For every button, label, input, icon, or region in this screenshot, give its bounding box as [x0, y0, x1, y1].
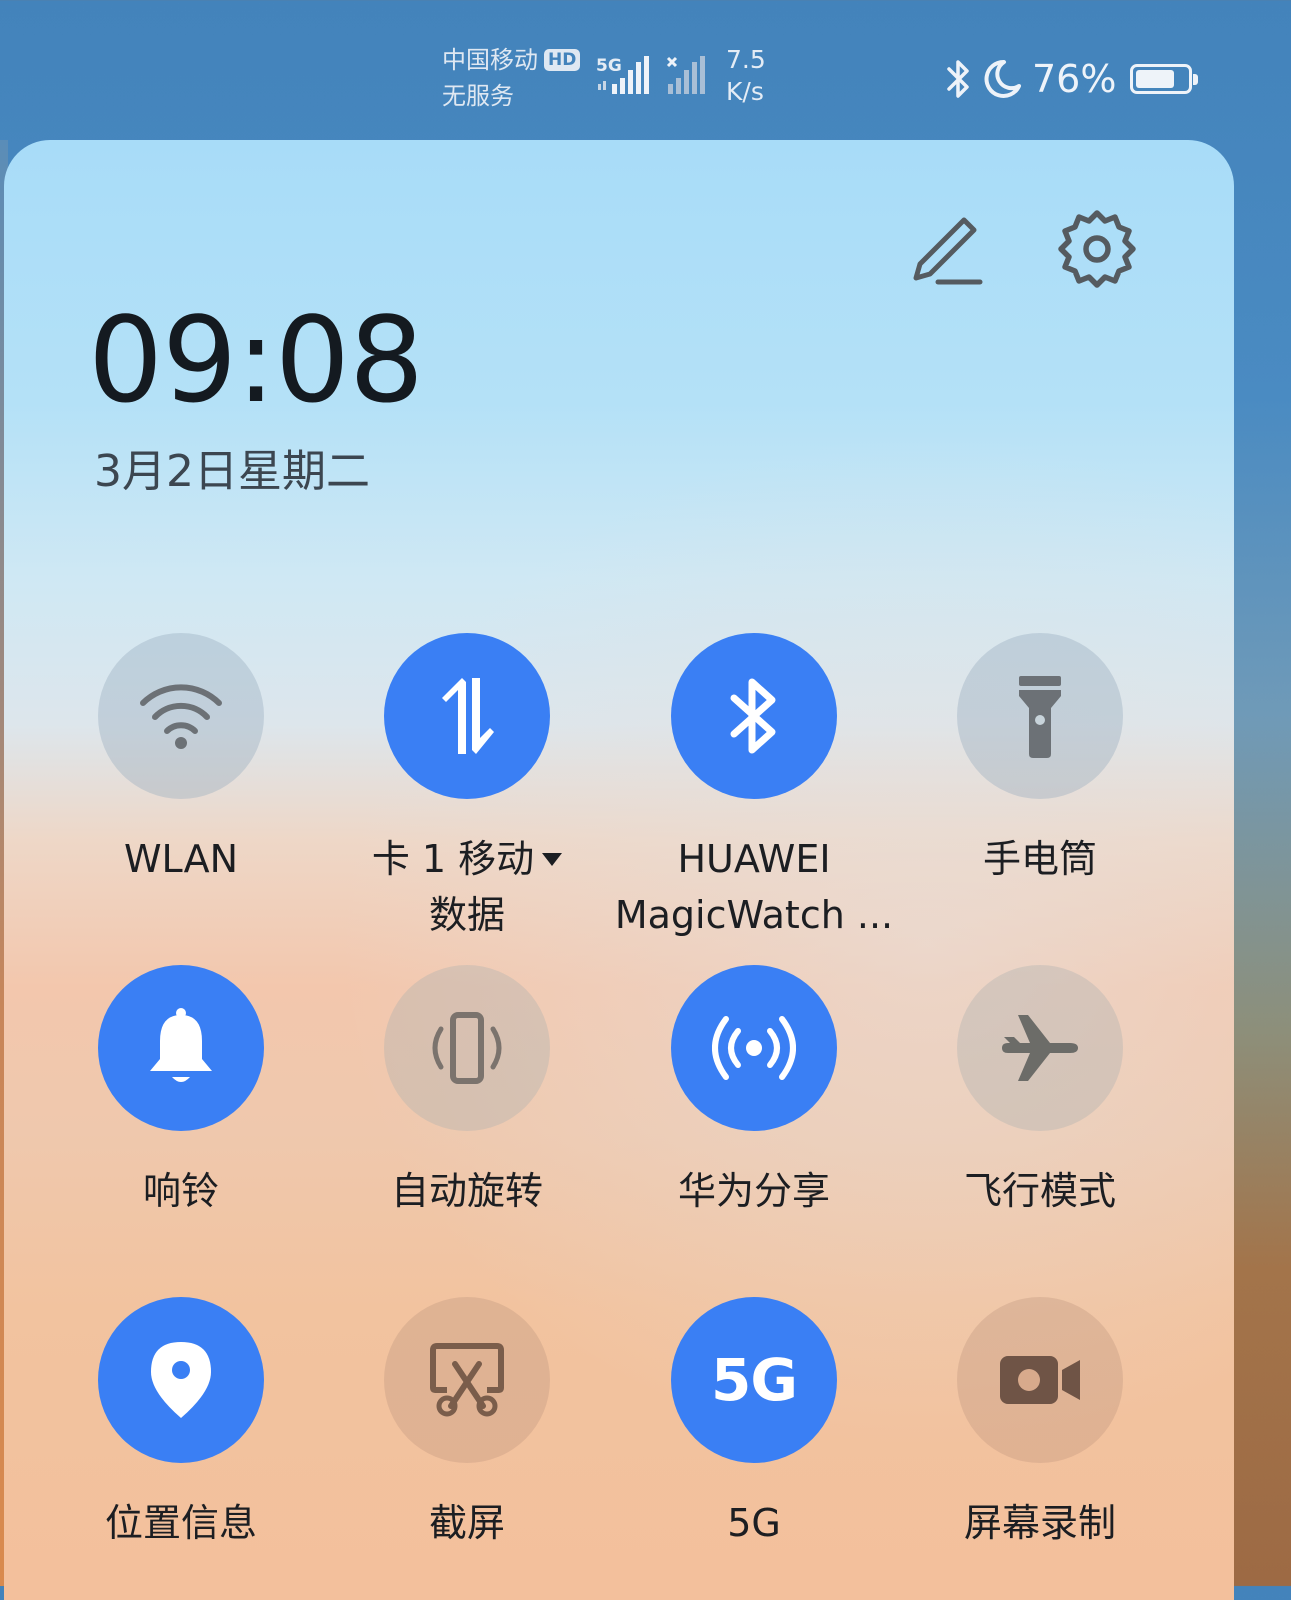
carrier-name: 中国移动 — [442, 46, 538, 74]
screen-record-button[interactable] — [957, 1297, 1123, 1463]
tile-label: 5G — [727, 1501, 781, 1545]
5g-toggle[interactable]: 5G — [671, 1297, 837, 1463]
signal-strength-icon: 5G — [596, 56, 649, 94]
flashlight-icon — [1019, 676, 1061, 758]
carrier-status: 无服务 — [442, 82, 514, 110]
flashlight-toggle[interactable] — [957, 633, 1123, 799]
tile-airplane-mode[interactable]: 飞行模式 — [895, 965, 1185, 1219]
bluetooth-toggle[interactable] — [671, 633, 837, 799]
tile-bluetooth[interactable]: HUAWEI MagicWatch ... — [609, 633, 899, 943]
5g-icon: 5G — [711, 1346, 798, 1414]
wifi-icon — [140, 684, 222, 749]
tile-huawei-share[interactable]: 华为分享 — [609, 965, 899, 1219]
location-icon — [151, 1342, 211, 1418]
tile-screenshot[interactable]: 截屏 — [322, 1297, 612, 1551]
screen-record-icon — [1000, 1356, 1080, 1404]
screenshot-button[interactable] — [384, 1297, 550, 1463]
tile-label: 自动旋转 — [390, 1169, 543, 1213]
tile-flashlight[interactable]: 手电筒 — [895, 633, 1185, 887]
network-speed-value: 7.5 — [726, 45, 766, 74]
tile-label: 飞行模式 — [963, 1169, 1116, 1213]
tile-location[interactable]: 位置信息 — [36, 1297, 326, 1551]
bell-icon — [150, 1008, 212, 1082]
date: 3月2日星期二 — [94, 446, 370, 497]
tile-wlan[interactable]: WLAN — [36, 633, 326, 887]
tile-label: 位置信息 — [104, 1501, 257, 1545]
tile-mobile-data[interactable]: 卡 1 移动 数据 — [322, 633, 612, 943]
mobile-data-toggle[interactable] — [384, 633, 550, 799]
data-transfer-icon — [442, 678, 494, 754]
signal-no-service-icon — [666, 56, 705, 94]
auto-rotate-icon — [432, 1012, 502, 1084]
tile-label: 屏幕录制 — [963, 1501, 1116, 1545]
network-speed-unit: K/s — [726, 77, 764, 106]
dropdown-caret-icon[interactable] — [542, 853, 563, 866]
pencil-icon — [913, 217, 983, 285]
ringer-toggle[interactable] — [98, 965, 264, 1131]
control-panel: 09:08 3月2日星期二 WLAN 卡 1 移动 数据 HUAWEI Magi… — [4, 140, 1234, 1600]
bluetooth-icon — [730, 678, 776, 754]
tile-label: 响铃 — [142, 1169, 219, 1213]
tile-label: HUAWEI MagicWatch ... — [614, 837, 894, 937]
status-icons: 76% — [944, 54, 1199, 104]
auto-rotate-toggle[interactable] — [384, 965, 550, 1131]
moon-icon — [984, 59, 1021, 98]
edit-button[interactable] — [906, 210, 986, 290]
settings-button[interactable] — [1056, 208, 1138, 290]
tile-label: 手电筒 — [982, 837, 1097, 881]
screenshot-icon — [430, 1343, 504, 1417]
huawei-share-toggle[interactable] — [671, 965, 837, 1131]
gear-icon — [1058, 210, 1136, 288]
location-toggle[interactable] — [98, 1297, 264, 1463]
battery-fill — [1136, 70, 1175, 88]
tile-label: 截屏 — [428, 1501, 505, 1545]
network-speed: 7.5 K/s — [726, 44, 766, 108]
tile-label: 卡 1 移动 数据 — [322, 831, 612, 943]
bluetooth-icon — [947, 60, 969, 98]
airplane-icon — [1002, 1015, 1078, 1081]
tile-label: WLAN — [123, 837, 239, 881]
tile-5g[interactable]: 5G 5G — [609, 1297, 899, 1551]
hd-badge: HD — [544, 49, 581, 71]
status-bar: 中国移动 HD 无服务 5G 7.5 K/s 76% — [0, 0, 1291, 140]
network-type-label: 5G — [596, 56, 622, 76]
tile-label: 华为分享 — [677, 1169, 830, 1213]
battery-icon — [1130, 64, 1199, 94]
tile-screen-record[interactable]: 屏幕录制 — [895, 1297, 1185, 1551]
battery-percent: 76% — [1032, 57, 1117, 101]
huawei-share-icon — [712, 1016, 796, 1080]
clock: 09:08 — [88, 291, 424, 429]
wlan-toggle[interactable] — [98, 633, 264, 799]
tile-auto-rotate[interactable]: 自动旋转 — [322, 965, 612, 1219]
carrier-info: 中国移动 HD 无服务 — [442, 42, 581, 114]
airplane-mode-toggle[interactable] — [957, 965, 1123, 1131]
tile-ringer[interactable]: 响铃 — [36, 965, 326, 1219]
